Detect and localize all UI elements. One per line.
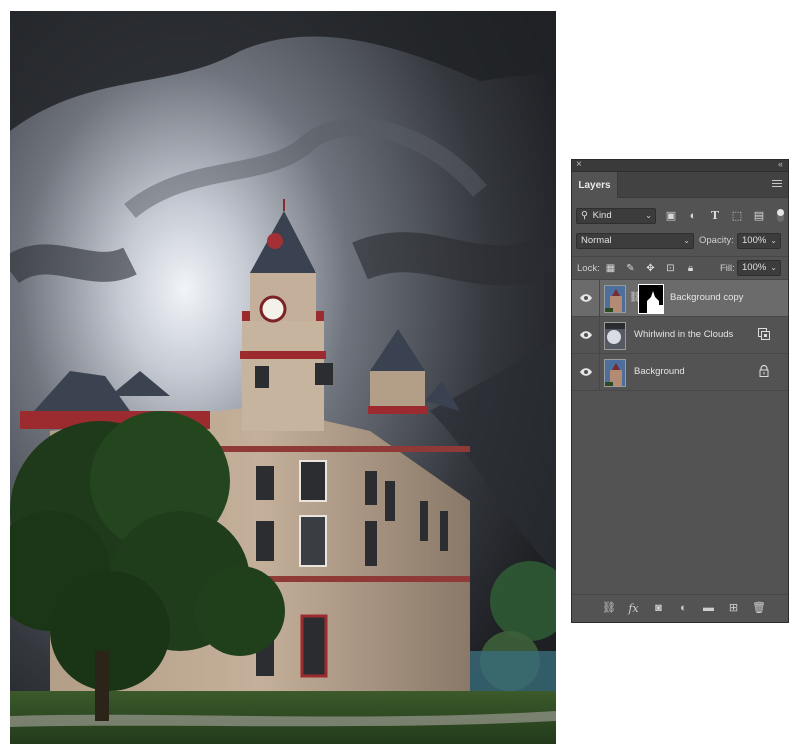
opacity-value: 100%	[742, 235, 767, 246]
filter-row: ⚲ Kind ⌄ ▣ ◐ T ⬚ ▤	[572, 205, 788, 227]
fill-label: Fill:	[720, 263, 735, 274]
layer-list: ⛓ Background copy Whirlwind in the Cloud…	[572, 279, 788, 594]
visibility-eye-icon[interactable]	[580, 367, 592, 377]
panel-bottom-bar: ⛓ fx ◙ ◐ ▬ ⊞ 🗑︎	[572, 594, 788, 622]
chevron-down-icon: ⌄	[683, 236, 690, 245]
smart-object-filter-icon[interactable]: ▤	[752, 209, 766, 223]
shape-filter-icon[interactable]: ⬚	[730, 209, 744, 223]
search-icon: ⚲	[581, 210, 588, 221]
smart-object-icon	[758, 328, 770, 340]
lock-label: Lock:	[577, 263, 600, 274]
fill-field[interactable]: 100% ⌄	[737, 260, 781, 276]
new-group-folder-icon[interactable]: ▬	[702, 602, 715, 615]
layer-mask-thumbnail[interactable]	[638, 284, 664, 314]
layer-name[interactable]: Background	[634, 366, 685, 377]
link-layers-icon[interactable]: ⛓	[602, 602, 616, 615]
lock-all-icon[interactable]: 🔒︎	[684, 262, 697, 275]
layer-thumbnail[interactable]	[604, 285, 626, 313]
chevron-down-icon: ⌄	[770, 236, 777, 245]
visibility-eye-icon[interactable]	[580, 330, 592, 340]
blend-mode-dropdown[interactable]: Normal ⌄	[576, 233, 694, 249]
kind-label: Kind	[592, 210, 612, 221]
layer-style-fx-icon[interactable]: fx	[627, 602, 640, 615]
image-filter-icon[interactable]: ▣	[664, 209, 678, 223]
chevron-down-icon: ⌄	[770, 263, 777, 272]
panel-title-bar[interactable]: × ‹‹	[572, 159, 788, 172]
new-layer-icon[interactable]: ⊞	[727, 602, 740, 615]
layer-name[interactable]: Background copy	[670, 292, 743, 303]
document-canvas[interactable]	[10, 11, 556, 744]
trash-icon[interactable]: 🗑︎	[752, 602, 766, 615]
layers-panel: × ‹‹ Layers ⚲ Kind ⌄ ▣ ◐ T ⬚ ▤ Normal ⌄ …	[571, 159, 789, 623]
lock-icon	[759, 365, 769, 377]
layer-row-background-copy[interactable]: ⛓ Background copy	[572, 280, 788, 317]
blend-mode-value: Normal	[581, 235, 612, 246]
courthouse-photo	[10, 11, 556, 744]
lock-position-icon[interactable]: ✥	[644, 262, 657, 275]
add-mask-icon[interactable]: ◙	[652, 602, 665, 615]
filter-toggle-switch[interactable]	[777, 209, 784, 222]
kind-filter-dropdown[interactable]: ⚲ Kind ⌄	[576, 208, 656, 224]
tab-layers[interactable]: Layers	[572, 172, 618, 198]
panel-menu-icon[interactable]	[772, 180, 782, 189]
layer-name[interactable]: Whirlwind in the Clouds	[634, 329, 733, 340]
opacity-label: Opacity:	[699, 235, 734, 246]
layer-row-whirlwind-in-the-clouds[interactable]: Whirlwind in the Clouds	[572, 317, 788, 354]
visibility-eye-icon[interactable]	[580, 293, 592, 303]
fill-value: 100%	[742, 262, 767, 273]
lock-image-pixels-icon[interactable]: ✎	[624, 262, 637, 275]
layer-row-background[interactable]: Background	[572, 354, 788, 391]
blend-row: Normal ⌄ Opacity: 100% ⌄	[572, 230, 788, 252]
lock-row: Lock: ▦ ✎ ✥ ⊡ 🔒︎ Fill: 100% ⌄	[572, 256, 788, 278]
panel-tab-bar: Layers	[572, 172, 788, 198]
layer-thumbnail[interactable]	[604, 359, 626, 387]
type-filter-icon[interactable]: T	[708, 209, 722, 223]
opacity-field[interactable]: 100% ⌄	[737, 233, 781, 249]
lock-artboard-icon[interactable]: ⊡	[664, 262, 677, 275]
adjustment-layer-icon[interactable]: ◐	[677, 602, 690, 615]
layer-thumbnail[interactable]	[604, 322, 626, 350]
close-icon[interactable]: ×	[576, 159, 582, 170]
collapse-icon[interactable]: ‹‹	[778, 159, 783, 169]
lock-transparent-pixels-icon[interactable]: ▦	[604, 262, 617, 275]
adjustment-filter-icon[interactable]: ◐	[686, 209, 700, 223]
chevron-down-icon: ⌄	[645, 211, 652, 220]
